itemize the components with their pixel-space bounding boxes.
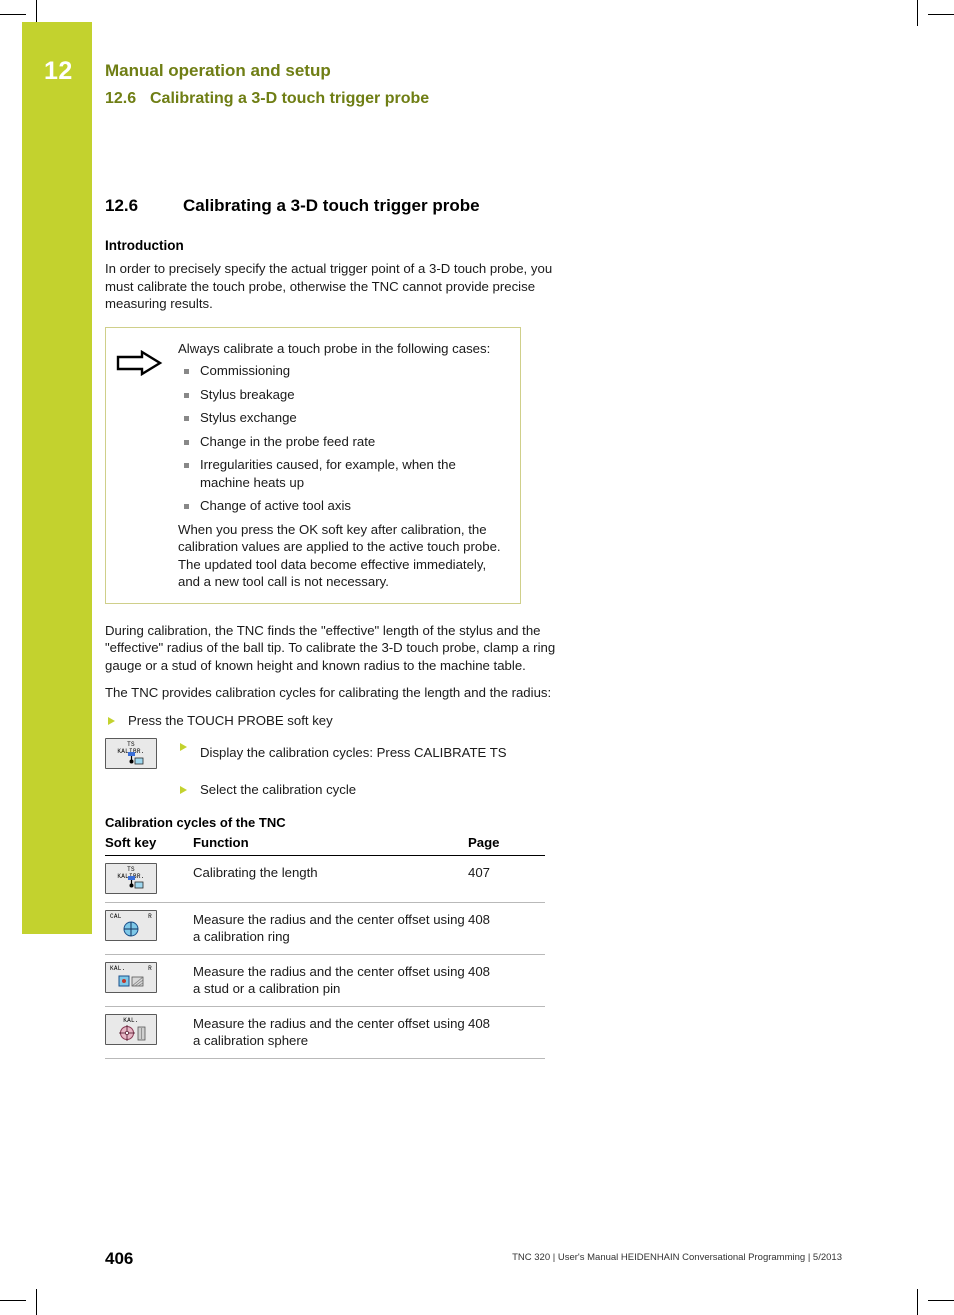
step-press-touch-probe: Press the TOUCH PROBE soft key [105, 712, 565, 730]
list-item: Change of active tool axis [178, 497, 508, 515]
calibration-cycles-table: Soft key Function Page TS KALIBR. [105, 834, 545, 1059]
softkey-calibrate-ring[interactable]: CAL R [105, 909, 157, 941]
cell-function: Measure the radius and the center offset… [193, 902, 468, 955]
chapter-number: 12 [44, 57, 73, 85]
step-display-calibration-cycles-row: TS KALIBR. Display the calibration cycle… [105, 738, 565, 769]
calibration-sphere-icon [106, 1024, 156, 1043]
cell-function: Measure the radius and the center offset… [193, 954, 468, 1007]
page-title: 12.6 Calibrating a 3-D touch trigger prob… [105, 196, 565, 216]
column-header-function: Function [193, 834, 468, 856]
step-display-calibration-cycles: Display the calibration cycles: Press CA… [177, 738, 507, 762]
introduction-paragraph: In order to precisely specify the actual… [105, 261, 553, 311]
note-lead-text: Always calibrate a touch probe in the fo… [178, 340, 491, 356]
list-item: Stylus exchange [178, 409, 508, 427]
header-subsection-title: Calibrating a 3-D touch trigger probe [150, 90, 430, 107]
header-chapter-title: Manual operation and setup [105, 61, 331, 80]
section-title: Calibrating a 3-D touch trigger probe [183, 196, 480, 215]
column-header-page: Page [468, 834, 545, 856]
note-tail-text: When you press the OK soft key after cal… [178, 521, 501, 590]
softkey-label-left: CAL [110, 912, 122, 920]
cell-page: 407 [468, 855, 545, 903]
cell-softkey: TS KALIBR. [105, 855, 193, 903]
section-number: 12.6 [105, 196, 139, 215]
running-header: Manual operation and setup 12.6 Calibrati… [105, 60, 805, 108]
list-item: Change in the probe feed rate [178, 433, 508, 451]
arrow-right-icon [116, 340, 178, 591]
header-subsection: 12.6 Calibrating a 3-D touch trigger prob… [105, 90, 805, 108]
crop-mark-left-bottom [0, 1300, 26, 1301]
cell-page: 408 [468, 954, 545, 1007]
body-paragraph-1: During calibration, the TNC finds the "e… [105, 622, 556, 673]
table-row: TS KALIBR. Calibratin [105, 855, 545, 903]
procedure-steps: Press the TOUCH PROBE soft key TS KALIBR… [105, 712, 565, 799]
crop-mark-bottom-right [917, 1289, 918, 1315]
introduction-heading: Introduction [105, 238, 184, 253]
softkey-label-line1: KAL. [123, 1016, 139, 1024]
softkey-label-right: R [148, 912, 152, 920]
column-header-softkey: Soft key [105, 834, 193, 856]
crop-mark-top-right [917, 0, 918, 26]
table-header-row: Soft key Function Page [105, 834, 545, 856]
table-title: Calibration cycles of the TNC [105, 814, 286, 830]
softkey-label-line1: TS [127, 741, 135, 748]
body-paragraph-2: The TNC provides calibration cycles for … [105, 685, 552, 700]
softkey-touch-probe-calibrate[interactable]: TS KALIBR. [105, 738, 157, 769]
probe-stylus-icon [106, 749, 156, 766]
cell-softkey: KAL. [105, 1006, 193, 1059]
cell-page: 408 [468, 902, 545, 955]
list-item: Stylus breakage [178, 386, 508, 404]
chapter-side-band [22, 22, 92, 934]
note-bullet-list: Commissioning Stylus breakage Stylus exc… [178, 362, 508, 515]
step-select-calibration-cycle: Select the calibration cycle [177, 781, 565, 799]
calibration-stud-icon [106, 973, 156, 990]
list-item: Commissioning [178, 362, 508, 380]
table-row: CAL R Measure the radius and the center … [105, 902, 545, 955]
note-box: Always calibrate a touch probe in the fo… [105, 326, 521, 604]
header-subsection-number: 12.6 [105, 90, 137, 107]
softkey-calibrate-sphere[interactable]: KAL. [105, 1013, 157, 1045]
footer-text: TNC 320 | User's Manual HEIDENHAIN Conve… [512, 1252, 842, 1263]
main-content: 12.6 Calibrating a 3-D touch trigger prob… [105, 196, 565, 1059]
cell-softkey: CAL R [105, 902, 193, 955]
softkey-label-line1: TS [127, 865, 135, 873]
cell-page: 408 [468, 1006, 545, 1059]
crop-mark-right-top [928, 14, 954, 15]
cell-function: Calibrating the length [193, 855, 468, 903]
list-item: Irregularities caused, for example, when… [178, 456, 508, 491]
table-row: KAL. Measure the radius and the center o… [105, 1006, 545, 1059]
crop-mark-left-top [0, 14, 26, 15]
softkey-calibrate-length[interactable]: TS KALIBR. [105, 862, 157, 894]
softkey-calibrate-stud[interactable]: KAL. R [105, 961, 157, 993]
probe-stylus-icon [106, 874, 156, 891]
page-number: 406 [105, 1249, 134, 1268]
crop-mark-right-bottom [928, 1300, 954, 1301]
cell-function: Measure the radius and the center offset… [193, 1006, 468, 1059]
table-row: KAL. R Measure the radius and the center… [105, 954, 545, 1007]
cell-softkey: KAL. R [105, 954, 193, 1007]
softkey-label-left: KAL. [110, 964, 126, 972]
crop-mark-bottom-left [36, 1289, 37, 1315]
softkey-label-right: R [148, 964, 152, 972]
calibration-ring-icon [106, 921, 156, 938]
